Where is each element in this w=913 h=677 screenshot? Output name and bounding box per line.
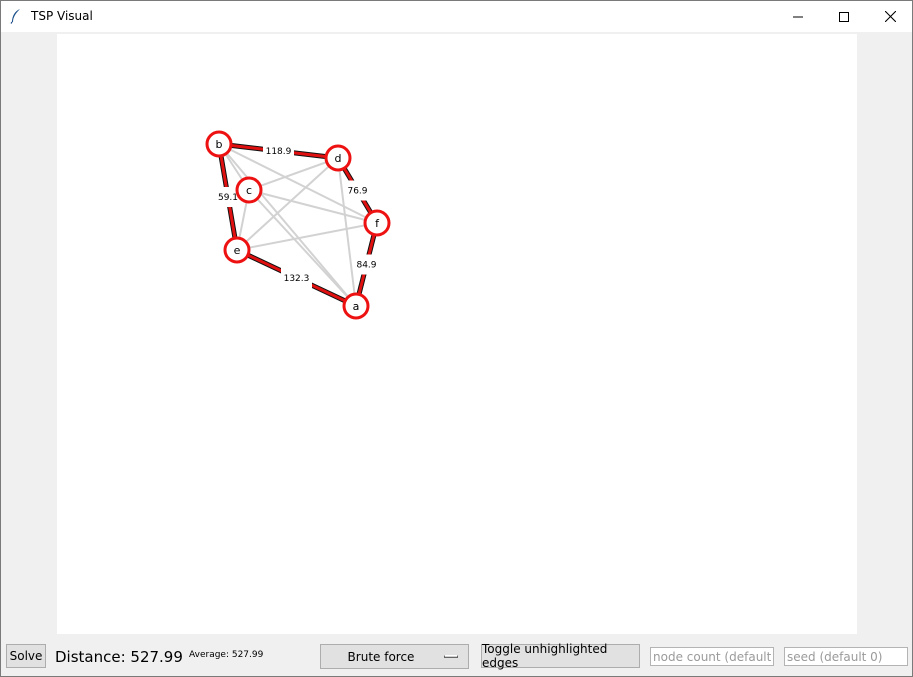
unhighlighted-edge-e-f bbox=[236, 222, 378, 251]
edge-label-a-e: 132.3 bbox=[284, 274, 310, 284]
maximize-button[interactable] bbox=[821, 1, 867, 32]
minimize-icon bbox=[793, 16, 803, 17]
minimize-button[interactable] bbox=[775, 1, 821, 32]
title-bar[interactable]: TSP Visual bbox=[1, 1, 912, 32]
algorithm-selected-value: Brute force bbox=[347, 649, 415, 664]
tsp-graph: 118.976.984.9132.359.1abcdef bbox=[205, 130, 391, 320]
algorithm-select[interactable]: Brute force bbox=[320, 644, 469, 669]
node-label-b: b bbox=[216, 138, 223, 151]
maximize-icon bbox=[839, 11, 849, 22]
unhighlighted-edge-a-c bbox=[248, 189, 357, 307]
node-label-c: c bbox=[246, 184, 252, 197]
edge-label-e-b: 59.1 bbox=[218, 193, 238, 203]
toggle-edges-button[interactable]: Toggle unhighlighted edges bbox=[481, 642, 640, 670]
option-menu-indicator-icon bbox=[444, 655, 458, 658]
close-button[interactable] bbox=[867, 1, 913, 32]
edge-label-d-f: 76.9 bbox=[347, 187, 367, 197]
control-bar: Solve Distance: 527.99 Average: 527.99 B… bbox=[1, 638, 912, 676]
solve-button[interactable]: Solve bbox=[6, 644, 46, 668]
node-label-e: e bbox=[234, 244, 241, 257]
app-window: TSP Visual 118.9 76.9 84.9 132.3 59.1 a b c d e f … bbox=[0, 0, 913, 677]
unhighlighted-edge-c-d bbox=[248, 157, 339, 191]
node-label-d: d bbox=[335, 152, 342, 165]
edge-label-f-a: 84.9 bbox=[356, 261, 376, 271]
edge-label-b-d: 118.9 bbox=[266, 147, 292, 157]
distance-label: Distance: 527.99 bbox=[55, 648, 183, 666]
window-title: TSP Visual bbox=[31, 9, 93, 23]
close-icon bbox=[884, 11, 896, 22]
unhighlighted-edge-d-e bbox=[236, 157, 339, 251]
seed-input[interactable] bbox=[784, 647, 908, 666]
graph-canvas[interactable]: 118.9 76.9 84.9 132.3 59.1 a b c d e f bbox=[57, 34, 857, 634]
node-label-a: a bbox=[353, 300, 360, 313]
feather-icon bbox=[10, 9, 20, 24]
average-label: Average: 527.99 bbox=[189, 650, 264, 660]
node-count-input[interactable] bbox=[650, 647, 774, 666]
